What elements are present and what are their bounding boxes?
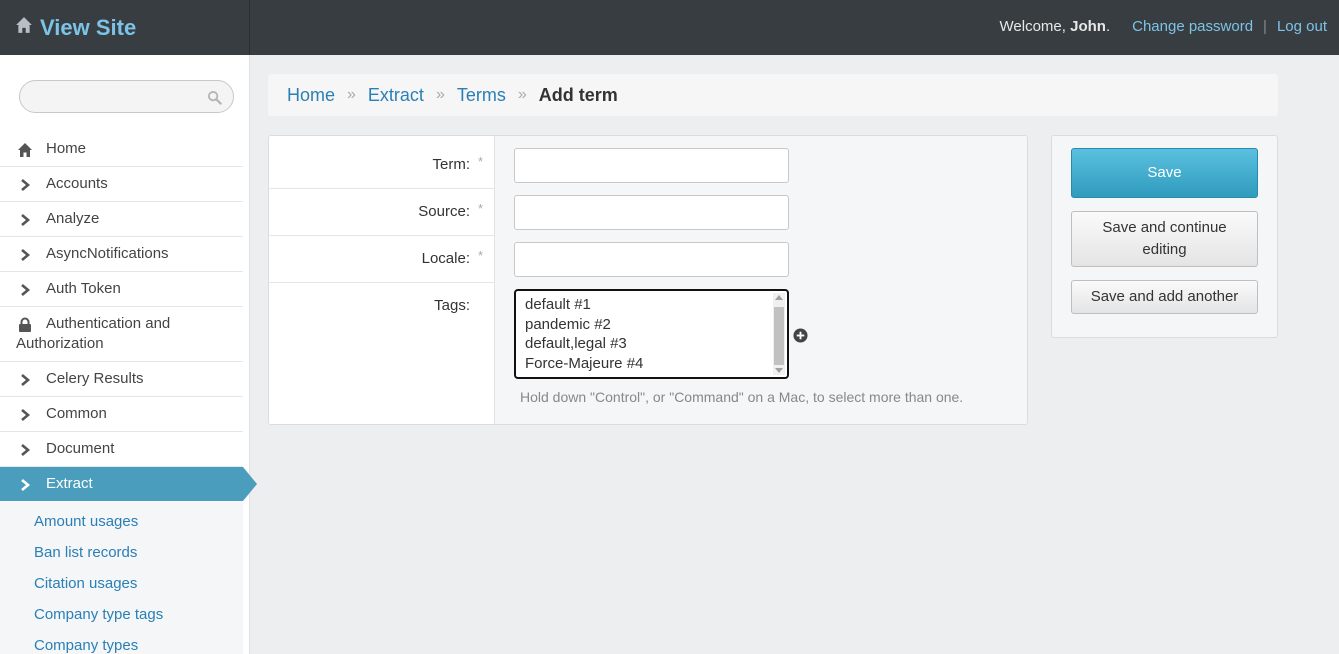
sidebar-search-input[interactable] (19, 80, 234, 113)
sidebar-item-label: AsyncNotifications (46, 245, 169, 262)
row-divider (269, 235, 495, 236)
term-label-text: Term: (432, 156, 471, 173)
scroll-up-arrow[interactable] (775, 295, 783, 300)
welcome-suffix: . (1105, 17, 1111, 35)
chevron-right-icon (21, 284, 31, 296)
subnav-link[interactable]: Company type tags (0, 600, 243, 631)
save-add-another-button[interactable]: Save and add another (1071, 280, 1258, 314)
sidebar-item-label: Extract (46, 475, 93, 492)
top-header: View Site Welcome, John. Change password… (0, 0, 1339, 55)
locale-label-text: Locale: (421, 250, 470, 267)
row-divider (269, 282, 495, 283)
source-input[interactable] (514, 195, 789, 230)
save-button[interactable]: Save (1071, 148, 1258, 198)
source-label: Source: * (418, 201, 483, 220)
sidebar-item-label: Celery Results (46, 370, 144, 387)
sidebar-item-label: Auth Token (46, 280, 121, 297)
sidebar-item-accounts[interactable]: Accounts (0, 167, 243, 202)
sidebar: Home Accounts Analyze AsyncNotifications… (0, 55, 257, 654)
subnav-link[interactable]: Ban list records (0, 538, 243, 569)
site-title[interactable]: View Site (40, 15, 136, 41)
logout-link[interactable]: Log out (1277, 18, 1327, 35)
user-tools: Welcome, John. Change password | Log out (1000, 0, 1327, 52)
lock-icon (19, 317, 31, 332)
subnav-link[interactable]: Amount usages (0, 507, 243, 538)
sidebar-item-analyze[interactable]: Analyze (0, 202, 243, 237)
subnav-link[interactable]: Company types (0, 631, 243, 654)
home-icon (16, 16, 32, 33)
chevron-right-icon (21, 374, 31, 386)
sidebar-item-label: Authentication and Authorization (16, 315, 171, 352)
extract-subnav: Amount usages Ban list records Citation … (0, 501, 243, 654)
breadcrumb-terms[interactable]: Terms (457, 85, 506, 106)
tag-option[interactable]: pandemic #2 (525, 315, 787, 335)
row-divider (269, 188, 495, 189)
locale-label: Locale: * (421, 248, 483, 267)
search-icon[interactable] (207, 90, 222, 105)
breadcrumb: Home » Extract » Terms » Add term (268, 74, 1278, 116)
sidebar-nav: Home Accounts Analyze AsyncNotifications… (0, 132, 257, 654)
sidebar-item-label: Home (46, 140, 87, 157)
sidebar-item-celery-results[interactable]: Celery Results (0, 362, 243, 397)
source-label-text: Source: (418, 203, 470, 220)
required-mark: * (477, 154, 483, 169)
home-icon (18, 143, 32, 157)
chevron-right-icon (21, 444, 31, 456)
sidebar-item-document[interactable]: Document (0, 432, 243, 467)
tags-label-text: Tags: (434, 297, 470, 314)
breadcrumb-separator: » (347, 86, 356, 103)
breadcrumb-current: Add term (538, 84, 618, 105)
chevron-right-icon (21, 479, 31, 491)
add-term-form: Term: * Source: * Locale: * Tags: default #… (268, 135, 1028, 425)
term-label: Term: * (432, 154, 484, 173)
tag-option[interactable]: Force-Majeure #4 (525, 354, 787, 374)
locale-input[interactable] (514, 242, 789, 277)
welcome-text: Welcome, (999, 17, 1066, 35)
change-password-link[interactable]: Change password (1132, 18, 1253, 35)
sidebar-item-label: Accounts (46, 175, 108, 192)
submit-row: Save Save and continue editing Save and … (1051, 135, 1278, 338)
scroll-thumb[interactable] (774, 307, 784, 365)
tags-multiselect[interactable]: default #1 pandemic #2 default,legal #3 … (514, 289, 789, 379)
sidebar-item-authentication[interactable]: Authentication and Authorization (0, 307, 243, 362)
sidebar-item-label: Common (46, 405, 107, 422)
header-separator: | (1263, 17, 1267, 35)
breadcrumb-separator: » (517, 86, 527, 103)
sidebar-item-label: Document (46, 440, 115, 457)
required-mark: * (477, 248, 483, 263)
chevron-right-icon (21, 409, 31, 421)
sidebar-item-home[interactable]: Home (0, 132, 243, 167)
scroll-down-arrow[interactable] (775, 368, 783, 373)
breadcrumb-extract[interactable]: Extract (368, 85, 424, 106)
tags-label: Tags: (434, 297, 470, 314)
subnav-link[interactable]: Citation usages (0, 569, 243, 600)
breadcrumb-home[interactable]: Home (287, 85, 335, 106)
sidebar-item-extract[interactable]: Extract (0, 467, 257, 501)
site-brand[interactable]: View Site (0, 0, 250, 55)
chevron-right-icon (21, 214, 31, 226)
sidebar-item-common[interactable]: Common (0, 397, 243, 432)
form-labels-column: Term: * Source: * Locale: * Tags: (269, 136, 495, 424)
tag-option[interactable]: default,legal #3 (525, 334, 787, 354)
sidebar-item-auth-token[interactable]: Auth Token (0, 272, 243, 307)
save-continue-button[interactable]: Save and continue editing (1071, 211, 1258, 267)
tag-option[interactable]: default #1 (525, 295, 787, 315)
user-name: John (1070, 17, 1106, 35)
sidebar-item-asyncnotifications[interactable]: AsyncNotifications (0, 237, 243, 272)
chevron-right-icon (21, 179, 31, 191)
tags-scrollbar[interactable] (773, 293, 785, 375)
chevron-right-icon (21, 249, 31, 261)
term-input[interactable] (514, 148, 789, 183)
sidebar-item-label: Analyze (46, 210, 100, 227)
breadcrumb-separator: » (435, 86, 445, 103)
required-mark: * (477, 201, 483, 216)
tags-help-text: Hold down "Control", or "Command" on a M… (520, 389, 964, 405)
add-tag-plus-icon[interactable] (793, 328, 808, 343)
